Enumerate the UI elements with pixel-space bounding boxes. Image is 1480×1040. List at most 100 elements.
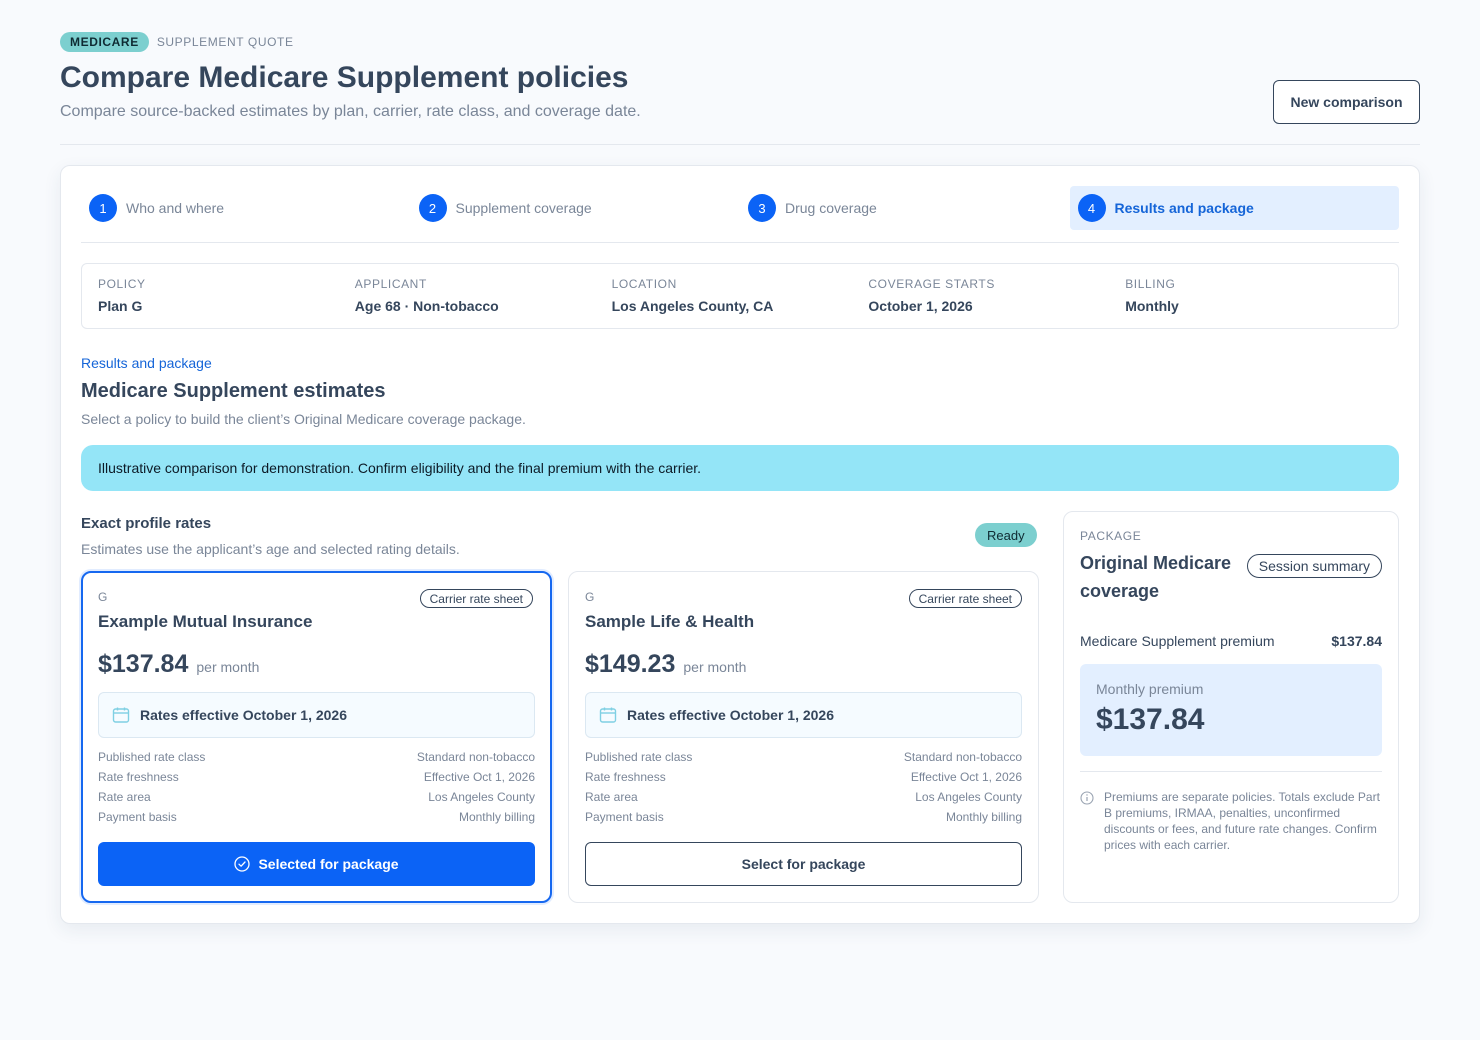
detail-value: Standard non-tobacco bbox=[903, 750, 1022, 764]
new-comparison-button[interactable]: New comparison bbox=[1273, 80, 1420, 124]
status-badge: Ready bbox=[975, 523, 1037, 547]
package-panel: PACKAGE Original Medicare coverage Sessi… bbox=[1063, 511, 1399, 903]
summary-label: LOCATION bbox=[611, 277, 677, 291]
detail-row: Rate freshness Effective Oct 1, 2026 bbox=[98, 770, 535, 790]
detail-label: Published rate class bbox=[98, 750, 206, 764]
source-badge: Carrier rate sheet bbox=[419, 589, 533, 608]
page-subtitle: Compare source-backed estimates by plan,… bbox=[60, 103, 641, 120]
price-amount: $149.23 bbox=[585, 650, 676, 678]
quote-card: 1 Who and where 2 Supplement coverage 3 … bbox=[60, 165, 1420, 924]
package-divider bbox=[1080, 771, 1382, 772]
summary-label: POLICY bbox=[98, 277, 146, 291]
rates-subtitle: Estimates use the applicant’s age and se… bbox=[81, 541, 460, 557]
summary-location: LOCATION Los Angeles County, CA bbox=[612, 277, 869, 328]
eyebrow-label: SUPPLEMENT QUOTE bbox=[156, 35, 294, 49]
carrier-name: Sample Life & Health bbox=[585, 612, 755, 631]
detail-row: Payment basis Monthly billing bbox=[585, 810, 1022, 830]
summary-applicant: APPLICANT Age 68 · Non-tobacco bbox=[355, 277, 612, 328]
step-label: Results and package bbox=[1114, 200, 1254, 216]
detail-row: Rate freshness Effective Oct 1, 2026 bbox=[585, 770, 1022, 790]
select-for-package-button[interactable]: Select for package bbox=[585, 842, 1022, 886]
step-results-and-package[interactable]: 4 Results and package bbox=[1069, 186, 1399, 230]
offer-details: Published rate class Standard non-tobacco… bbox=[98, 750, 535, 830]
step-number: 3 bbox=[748, 194, 776, 222]
eyebrow: MEDICARE SUPPLEMENT QUOTE bbox=[60, 32, 1420, 52]
detail-label: Payment basis bbox=[98, 810, 177, 824]
package-eyebrow: PACKAGE bbox=[1080, 529, 1142, 543]
summary-value: October 1, 2026 bbox=[868, 298, 973, 314]
offer-details: Published rate class Standard non-tobacco… bbox=[585, 750, 1022, 830]
line-value: $137.84 bbox=[1331, 633, 1382, 649]
page-title: Compare Medicare Supplement policies bbox=[60, 61, 629, 94]
detail-value: Effective Oct 1, 2026 bbox=[910, 770, 1022, 784]
selected-for-package-button[interactable]: Selected for package bbox=[98, 842, 535, 886]
step-label: Who and where bbox=[126, 200, 225, 216]
detail-value: Standard non-tobacco bbox=[416, 750, 535, 764]
detail-row: Published rate class Standard non-tobacco bbox=[98, 750, 535, 770]
detail-value: Los Angeles County bbox=[428, 790, 535, 804]
detail-row: Published rate class Standard non-tobacco bbox=[585, 750, 1022, 770]
calendar-icon bbox=[599, 707, 617, 723]
header-divider bbox=[60, 144, 1420, 145]
profile-summary: POLICY Plan G APPLICANT Age 68 · Non-tob… bbox=[81, 263, 1399, 329]
info-icon bbox=[1080, 791, 1094, 805]
step-label: Supplement coverage bbox=[455, 200, 592, 216]
carrier-name: Example Mutual Insurance bbox=[98, 612, 313, 631]
section-title: Medicare Supplement estimates bbox=[81, 380, 386, 402]
offer-price: $137.84 per month bbox=[98, 650, 259, 679]
rates-effective: Rates effective October 1, 2026 bbox=[98, 692, 535, 738]
offer-plan: G bbox=[585, 590, 595, 604]
step-number: 1 bbox=[89, 194, 117, 222]
summary-value: Monthly bbox=[1125, 298, 1179, 314]
note-text: Premiums are separate policies. Totals e… bbox=[1104, 790, 1380, 852]
offer-price: $149.23 per month bbox=[585, 650, 746, 679]
detail-label: Published rate class bbox=[585, 750, 693, 764]
calendar-icon bbox=[112, 707, 130, 723]
summary-billing: BILLING Monthly bbox=[1125, 277, 1382, 328]
disclaimer-banner: Illustrative comparison for demonstratio… bbox=[81, 445, 1399, 491]
step-label: Drug coverage bbox=[785, 200, 877, 216]
detail-label: Payment basis bbox=[585, 810, 664, 824]
section-link[interactable]: Results and package bbox=[81, 355, 212, 371]
detail-label: Rate area bbox=[585, 790, 638, 804]
medicare-badge: MEDICARE bbox=[60, 32, 149, 52]
stepper-divider bbox=[81, 242, 1399, 243]
line-label: Medicare Supplement premium bbox=[1080, 633, 1275, 649]
summary-label: BILLING bbox=[1125, 277, 1176, 291]
detail-row: Payment basis Monthly billing bbox=[98, 810, 535, 830]
package-note: Premiums are separate policies. Totals e… bbox=[1080, 789, 1382, 853]
summary-value: Age 68 · Non-tobacco bbox=[354, 298, 499, 314]
step-drug-coverage[interactable]: 3 Drug coverage bbox=[740, 186, 1070, 230]
offer-plan: G bbox=[98, 590, 108, 604]
summary-policy: POLICY Plan G bbox=[98, 277, 355, 328]
step-number: 2 bbox=[418, 194, 447, 222]
rates-effective: Rates effective October 1, 2026 bbox=[585, 692, 1022, 738]
check-circle-icon bbox=[234, 856, 251, 872]
detail-value: Monthly billing bbox=[458, 810, 535, 824]
detail-row: Rate area Los Angeles County bbox=[98, 790, 535, 810]
detail-row: Rate area Los Angeles County bbox=[585, 790, 1022, 810]
stepper: 1 Who and where 2 Supplement coverage 3 … bbox=[81, 186, 1399, 230]
summary-label: APPLICANT bbox=[354, 277, 427, 291]
offer-card[interactable]: G Carrier rate sheet Sample Life & Healt… bbox=[568, 571, 1039, 903]
price-amount: $137.84 bbox=[98, 650, 189, 678]
summary-value: Plan G bbox=[98, 298, 143, 314]
total-label: Monthly premium bbox=[1096, 681, 1204, 697]
effective-label: Rates effective October 1, 2026 bbox=[140, 707, 347, 723]
detail-value: Los Angeles County bbox=[915, 790, 1022, 804]
price-period: per month bbox=[196, 659, 260, 675]
package-title: Original Medicare coverage bbox=[1080, 553, 1232, 601]
detail-value: Monthly billing bbox=[945, 810, 1022, 824]
monthly-premium-total: Monthly premium $137.84 bbox=[1080, 664, 1382, 756]
page-header: MEDICARE SUPPLEMENT QUOTE Compare Medica… bbox=[60, 32, 1420, 124]
detail-label: Rate freshness bbox=[585, 770, 666, 784]
detail-label: Rate freshness bbox=[98, 770, 179, 784]
step-supplement-coverage[interactable]: 2 Supplement coverage bbox=[411, 186, 741, 230]
effective-label: Rates effective October 1, 2026 bbox=[627, 707, 834, 723]
step-who-and-where[interactable]: 1 Who and where bbox=[81, 186, 411, 230]
total-value: $137.84 bbox=[1096, 703, 1205, 736]
rates-title: Exact profile rates bbox=[81, 515, 212, 532]
price-period: per month bbox=[683, 659, 747, 675]
section-subtitle: Select a policy to build the client’s Or… bbox=[81, 411, 526, 427]
offer-card[interactable]: G Carrier rate sheet Example Mutual Insu… bbox=[81, 571, 552, 903]
